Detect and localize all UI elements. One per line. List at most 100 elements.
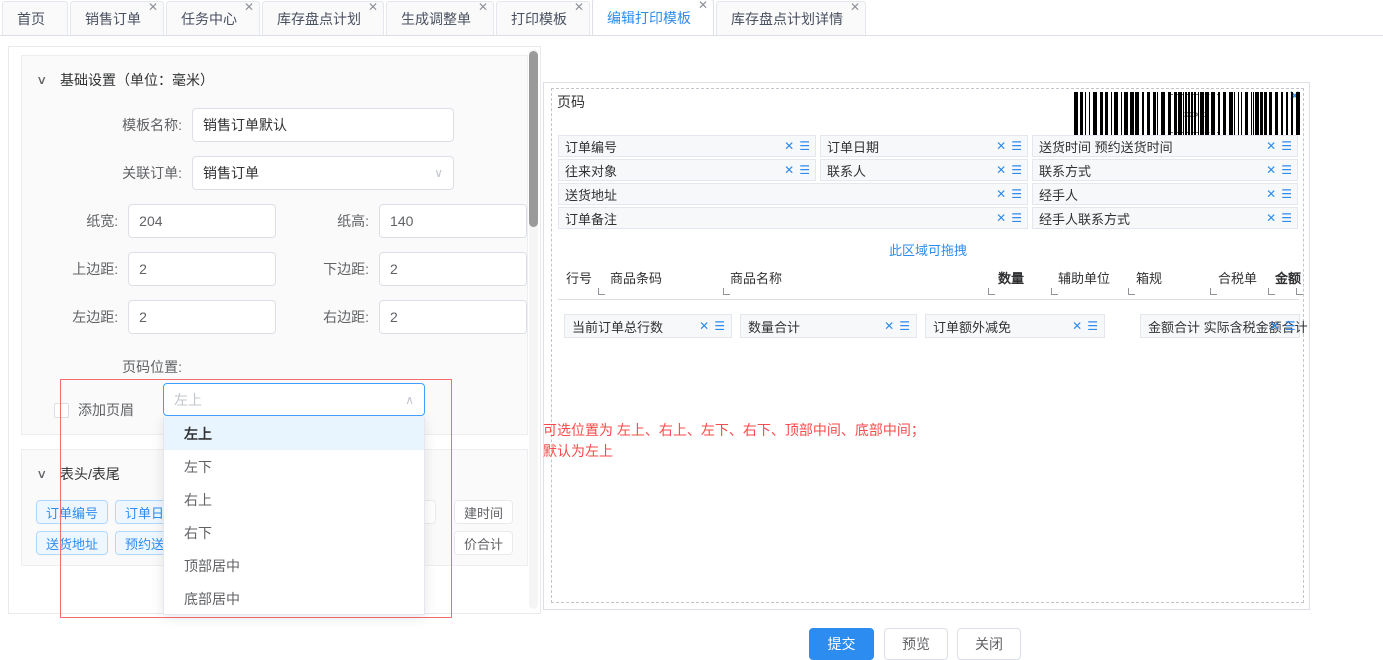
page-number-field[interactable]: 页码 — [557, 92, 585, 112]
preview-field-col1-0[interactable]: 订单编号 ✕ ☰ — [558, 135, 816, 157]
remove-field-icon[interactable]: ✕ — [996, 140, 1006, 152]
margin-bottom-input[interactable]: 2 — [379, 252, 528, 286]
field-options-icon[interactable]: ☰ — [1281, 212, 1292, 224]
tab-7[interactable]: 库存盘点计划详情 ✕ — [716, 1, 866, 35]
field-options-icon[interactable]: ☰ — [1281, 140, 1292, 152]
preview-field-col3-3[interactable]: 经手人联系方式 ✕ ☰ — [1032, 207, 1298, 229]
remove-field-icon[interactable]: ✕ — [1266, 188, 1276, 200]
headfoot-tag-6[interactable]: 送货地址 — [36, 531, 109, 555]
field-options-icon[interactable]: ☰ — [1011, 164, 1022, 176]
preview-field-col3-1[interactable]: 联系方式 ✕ ☰ — [1032, 159, 1298, 181]
remove-field-icon[interactable]: ✕ — [699, 320, 709, 332]
margin-left-input[interactable]: 2 — [128, 300, 277, 334]
table-header-6[interactable]: 合税单 — [1218, 268, 1257, 287]
close-button[interactable]: 关闭 — [957, 628, 1021, 660]
margin-right-input[interactable]: 2 — [379, 300, 528, 334]
page-position-select[interactable]: 左上 ∧ — [163, 383, 425, 416]
remove-field-icon[interactable]: ✕ — [1266, 140, 1276, 152]
tab-1[interactable]: 销售订单 ✕ — [70, 1, 164, 35]
column-resize-handle-1[interactable] — [723, 288, 730, 295]
remove-field-icon[interactable]: ✕ — [996, 212, 1006, 224]
table-header-1[interactable]: 商品条码 — [610, 268, 662, 287]
field-options-icon[interactable]: ☰ — [1281, 188, 1292, 200]
tab-3[interactable]: 库存盘点计划 ✕ — [262, 1, 384, 35]
headfoot-tag-0[interactable]: 订单编号 — [36, 500, 109, 524]
table-header-7[interactable]: 金额 — [1275, 268, 1301, 287]
left-pane-scrollbar-thumb[interactable] — [529, 51, 538, 227]
field-options-icon[interactable]: ☰ — [1011, 212, 1022, 224]
table-header-4[interactable]: 辅助单位 — [1058, 268, 1110, 287]
preview-field-col2-1[interactable]: 联系人 ✕ ☰ — [820, 159, 1028, 181]
paper-width-input[interactable]: 204 — [128, 204, 277, 238]
barcode-icon[interactable]: xxxx — [1074, 92, 1300, 135]
headfoot-tag-5[interactable]: 建时间 — [453, 500, 513, 524]
field-options-icon[interactable]: ☰ — [1011, 140, 1022, 152]
close-icon[interactable]: ✕ — [478, 1, 488, 13]
remove-field-icon[interactable]: ✕ — [1270, 320, 1280, 332]
tab-4[interactable]: 生成调整单 ✕ — [386, 1, 494, 35]
field-options-icon[interactable]: ☰ — [1011, 188, 1022, 200]
close-icon[interactable]: ✕ — [244, 1, 254, 13]
dropdown-option-3[interactable]: 右下 — [164, 516, 424, 549]
column-resize-handle-4[interactable] — [1128, 288, 1135, 295]
field-options-icon[interactable]: ☰ — [1285, 320, 1296, 332]
field-options-icon[interactable]: ☰ — [899, 320, 910, 332]
remove-field-icon[interactable]: ✕ — [1072, 320, 1082, 332]
totals-field-0[interactable]: 当前订单总行数 ✕ ☰ — [564, 314, 732, 338]
dropdown-option-2[interactable]: 右上 — [164, 483, 424, 516]
dropdown-option-1[interactable]: 左下 — [164, 450, 424, 483]
remove-field-icon[interactable]: ✕ — [1266, 212, 1276, 224]
field-options-icon[interactable]: ☰ — [799, 140, 810, 152]
paper-height-input[interactable]: 140 — [379, 204, 528, 238]
close-icon[interactable]: ✕ — [148, 1, 158, 13]
margin-top-input[interactable]: 2 — [128, 252, 277, 286]
totals-field-2[interactable]: 订单额外减免 ✕ ☰ — [925, 314, 1105, 338]
column-resize-handle-6[interactable] — [1268, 288, 1275, 295]
totals-field-3[interactable]: 金额合计 实际含税金额合计 ✕ ☰ — [1140, 314, 1308, 338]
totals-field-1[interactable]: 数量合计 ✕ ☰ — [740, 314, 917, 338]
template-canvas[interactable]: 页码 ✕ xxxx 订单编号✕☰往来对象✕☰送货地址✕☰订单备注✕☰订单日期✕☰… — [551, 88, 1308, 603]
column-resize-handle-2[interactable] — [988, 288, 995, 295]
column-resize-handle-0[interactable] — [598, 288, 605, 295]
page-position-dropdown-list[interactable]: 左上 左下 右上 右下 顶部居中 底部居中 — [163, 417, 425, 615]
dropdown-option-4[interactable]: 顶部居中 — [164, 549, 424, 582]
remove-field-icon[interactable]: ✕ — [784, 164, 794, 176]
basic-settings-header[interactable]: ∨ 基础设置（单位：毫米） — [22, 66, 527, 94]
preview-field-col1-1[interactable]: 往来对象 ✕ ☰ — [558, 159, 816, 181]
close-icon[interactable]: ✕ — [574, 1, 584, 13]
dropdown-option-0[interactable]: 左上 — [164, 417, 424, 450]
preview-field-col1-3[interactable]: 订单备注 ✕ ☰ — [558, 207, 1028, 229]
column-resize-handle-3[interactable] — [1051, 288, 1058, 295]
template-name-input[interactable]: 销售订单默认 — [192, 108, 454, 142]
tab-6[interactable]: 编辑打印模板 ✕ — [592, 0, 714, 35]
preview-field-col1-2[interactable]: 送货地址 ✕ ☰ — [558, 183, 1028, 205]
drag-drop-area[interactable]: 此区域可拖拽 — [558, 237, 1298, 261]
preview-field-col3-2[interactable]: 经手人 ✕ ☰ — [1032, 183, 1298, 205]
submit-button[interactable]: 提交 — [809, 628, 874, 660]
field-options-icon[interactable]: ☰ — [799, 164, 810, 176]
column-resize-handle-7[interactable] — [1296, 288, 1303, 295]
field-options-icon[interactable]: ☰ — [1281, 164, 1292, 176]
tab-2[interactable]: 任务中心 ✕ — [166, 1, 260, 35]
preview-button[interactable]: 预览 — [884, 628, 948, 660]
column-resize-handle-5[interactable] — [1210, 288, 1217, 295]
remove-field-icon[interactable]: ✕ — [996, 164, 1006, 176]
close-icon[interactable]: ✕ — [698, 0, 708, 11]
table-header-5[interactable]: 箱规 — [1136, 268, 1162, 287]
field-options-icon[interactable]: ☰ — [714, 320, 725, 332]
tab-0[interactable]: 首页 — [2, 1, 68, 35]
remove-field-icon[interactable]: ✕ — [1266, 164, 1276, 176]
dropdown-option-5[interactable]: 底部居中 — [164, 582, 424, 614]
remove-field-icon[interactable]: ✕ — [784, 140, 794, 152]
close-icon[interactable]: ✕ — [850, 1, 860, 13]
table-header-3[interactable]: 数量 — [998, 268, 1024, 287]
field-options-icon[interactable]: ☰ — [1087, 320, 1098, 332]
table-header-2[interactable]: 商品名称 — [730, 268, 782, 287]
table-header-0[interactable]: 行号 — [566, 268, 592, 287]
tab-5[interactable]: 打印模板 ✕ — [496, 1, 590, 35]
close-icon[interactable]: ✕ — [368, 1, 378, 13]
headfoot-tag-8[interactable]: 价合计 — [453, 531, 513, 555]
preview-field-col3-0[interactable]: 送货时间 预约送货时间 ✕ ☰ — [1032, 135, 1298, 157]
related-order-select[interactable]: 销售订单 ∨ — [192, 156, 454, 190]
remove-field-icon[interactable]: ✕ — [996, 188, 1006, 200]
